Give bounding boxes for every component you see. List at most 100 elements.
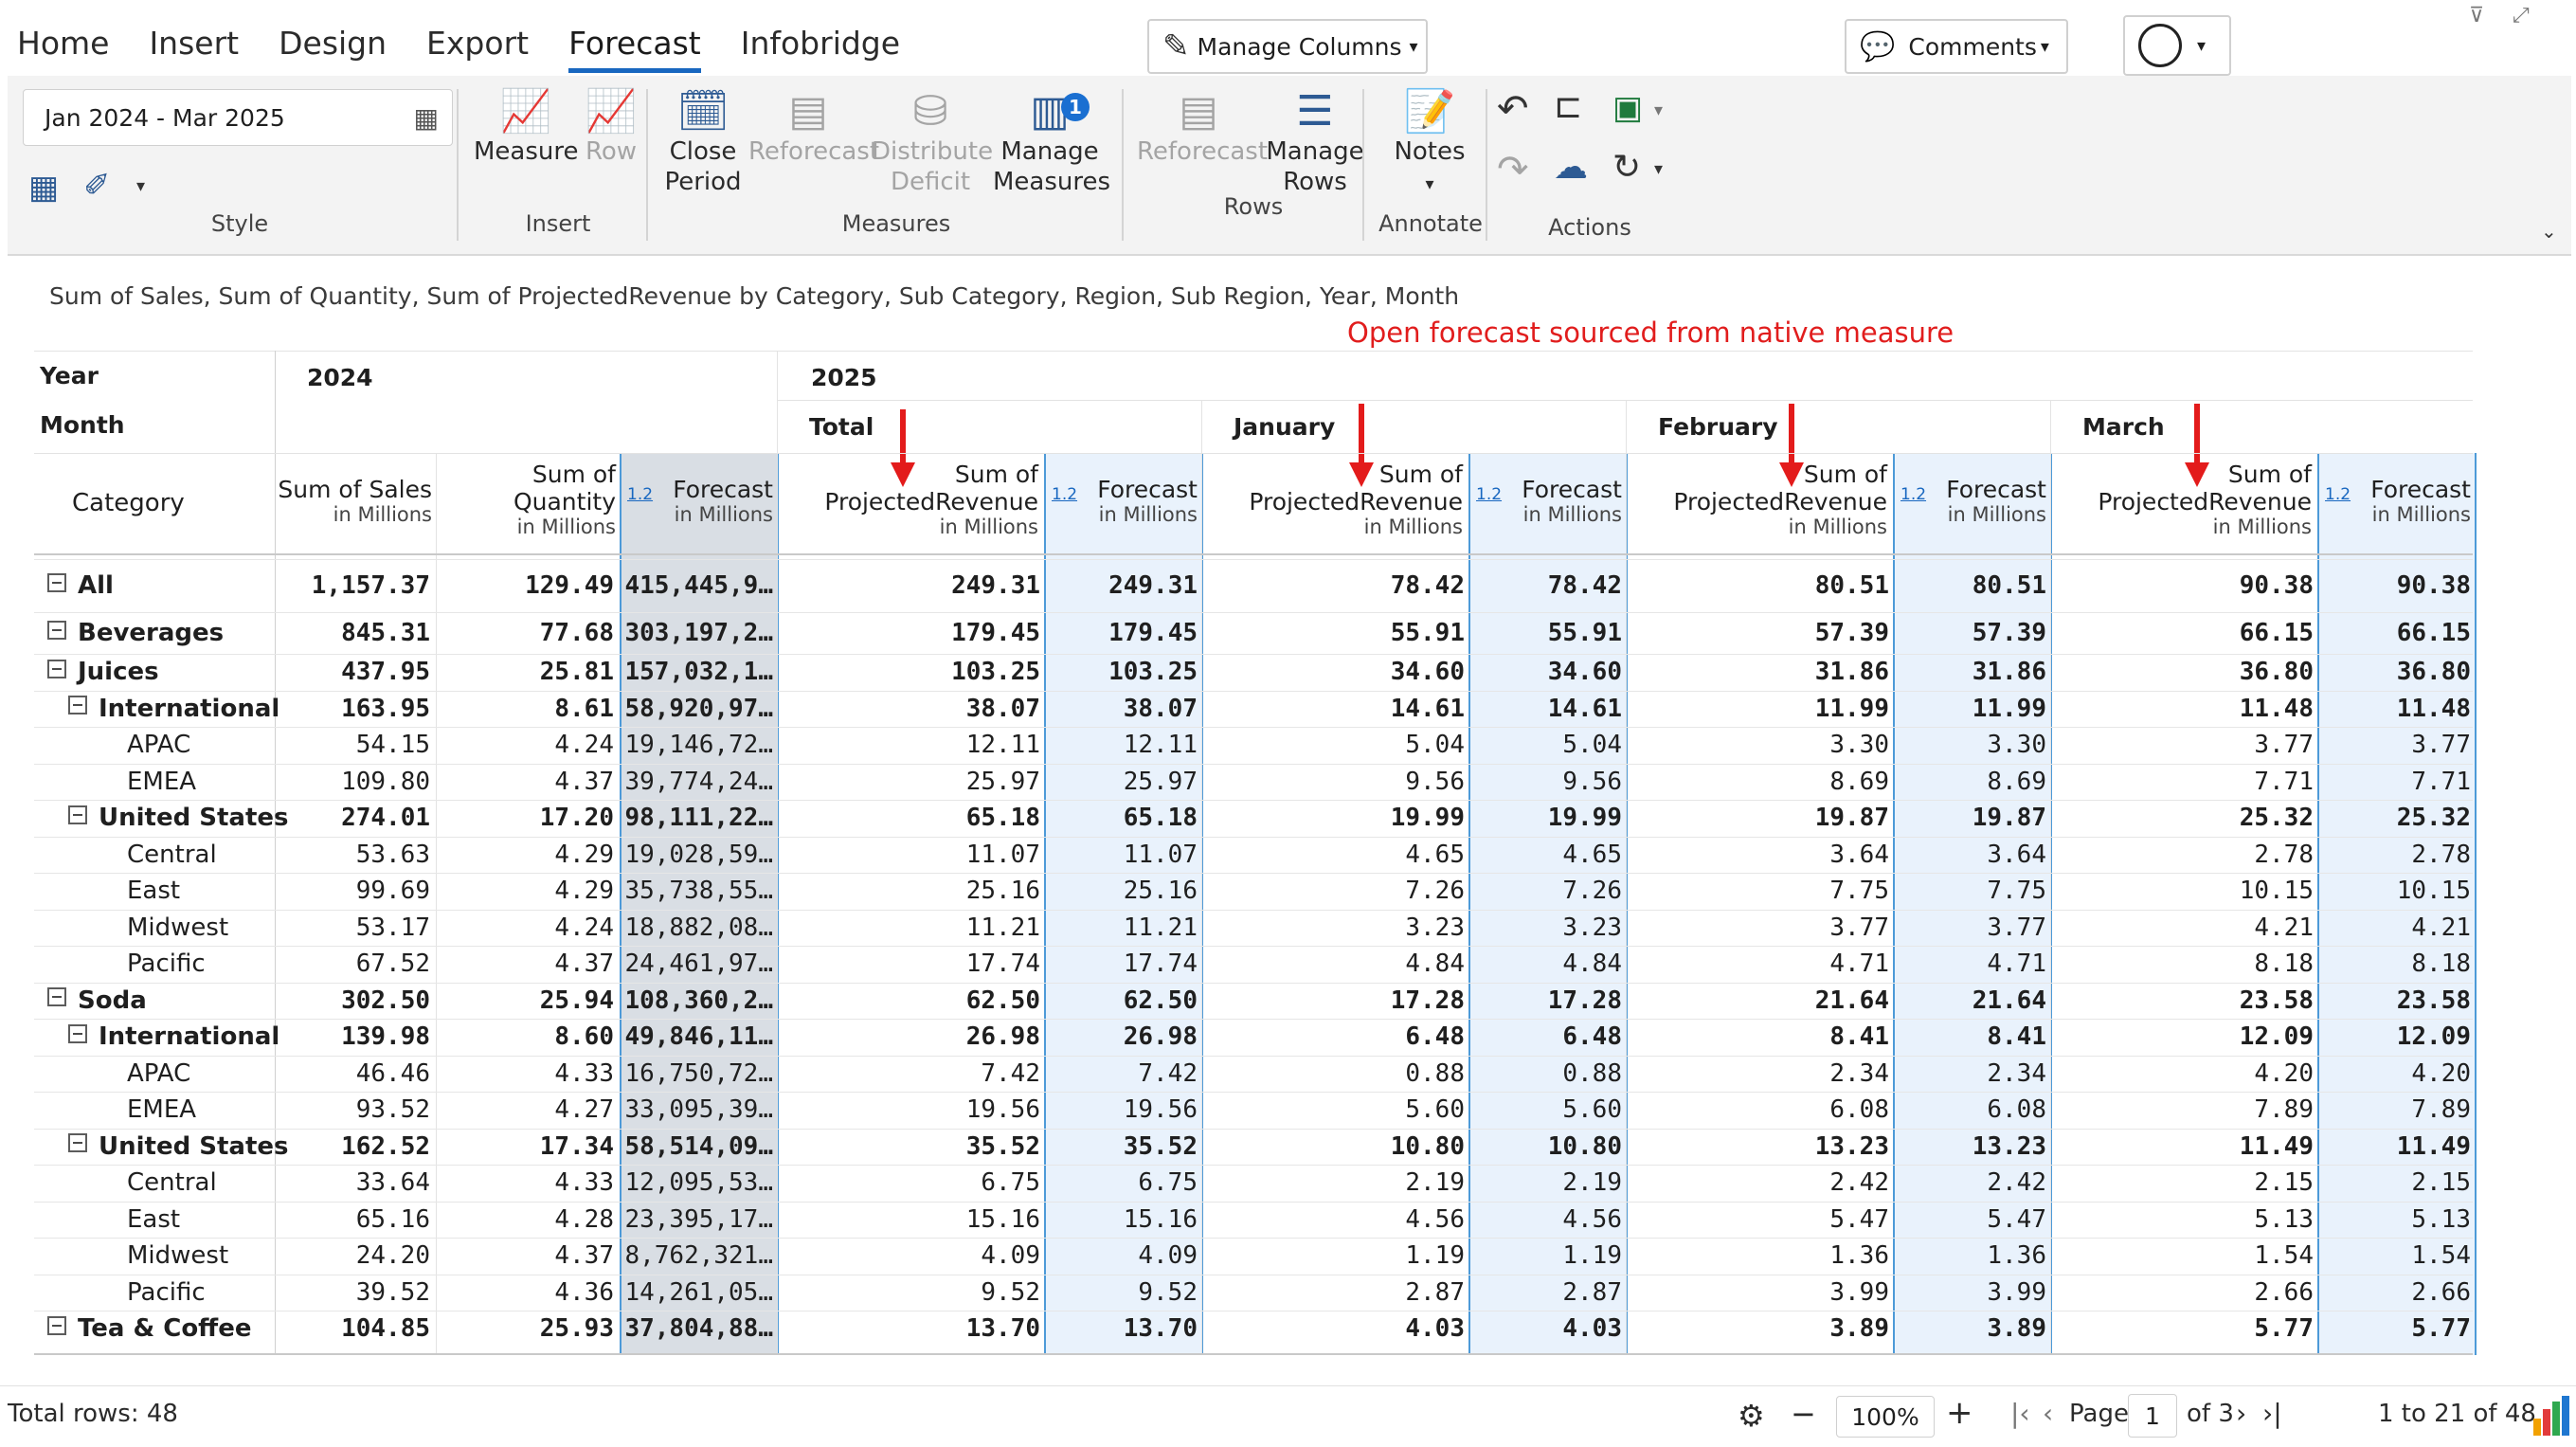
- cell-value[interactable]: 103.25: [889, 658, 1040, 686]
- cell-value[interactable]: 7.26: [1313, 877, 1465, 905]
- cell-value[interactable]: 3.23: [1470, 913, 1622, 942]
- expand-icon[interactable]: ⤢: [2513, 4, 2530, 27]
- cell-value[interactable]: 4.36: [462, 1278, 614, 1307]
- cell-value[interactable]: 46.46: [279, 1059, 430, 1088]
- table-row[interactable]: Soda 302.50 25.94 108,360,2… 62.50 62.50 17.28…: [34, 982, 2473, 1021]
- chevron-down-icon[interactable]: ▾: [136, 176, 145, 196]
- cell-value[interactable]: 437.95: [279, 658, 430, 686]
- cell-value[interactable]: 4.71: [1895, 950, 2046, 978]
- close-period-button[interactable]: 🗓 Close Period: [658, 87, 748, 197]
- cell-value[interactable]: 9.52: [1046, 1278, 1198, 1307]
- cell-value[interactable]: 17.34: [462, 1132, 614, 1161]
- cell-value[interactable]: 4.33: [462, 1168, 614, 1197]
- collapse-toggle-icon[interactable]: [68, 805, 87, 824]
- cell-value[interactable]: 4.09: [1046, 1241, 1198, 1270]
- table-row[interactable]: Central 53.63 4.29 19,028,59… 11.07 11.07 4.65…: [34, 836, 2473, 875]
- row-header[interactable]: Juices: [47, 658, 159, 686]
- cell-value[interactable]: 19.56: [889, 1095, 1040, 1124]
- cell-value[interactable]: 179.45: [1046, 619, 1198, 647]
- cell-value[interactable]: 19.87: [1895, 804, 2046, 832]
- row-header[interactable]: Soda: [47, 986, 147, 1015]
- cell-value[interactable]: 5.13: [2319, 1205, 2471, 1234]
- comments-button[interactable]: 💬 Comments ▾: [1845, 19, 2068, 74]
- cell-value[interactable]: 303,197,2…: [623, 619, 773, 647]
- row-header[interactable]: International: [68, 1022, 279, 1051]
- table-row[interactable]: International 139.98 8.60 49,846,11… 26.98 26…: [34, 1019, 2473, 1057]
- zoom-input[interactable]: 100%: [1836, 1396, 1935, 1438]
- cell-value[interactable]: 15.16: [889, 1205, 1040, 1234]
- sum-of-sales-header[interactable]: Sum of Sales in Millions: [277, 476, 432, 526]
- cell-value[interactable]: 17.20: [462, 804, 614, 832]
- cell-value[interactable]: 13.70: [1046, 1314, 1198, 1343]
- cell-value[interactable]: 103.25: [1046, 658, 1198, 686]
- cell-value[interactable]: 78.42: [1470, 571, 1622, 600]
- cell-value[interactable]: 36.80: [2162, 658, 2314, 686]
- cell-value[interactable]: 3.99: [1895, 1278, 2046, 1307]
- cell-value[interactable]: 7.89: [2162, 1095, 2314, 1124]
- cell-value[interactable]: 8.18: [2162, 950, 2314, 978]
- cell-value[interactable]: 31.86: [1738, 658, 1889, 686]
- cell-value[interactable]: 14.61: [1470, 695, 1622, 723]
- cell-value[interactable]: 6.08: [1738, 1095, 1889, 1124]
- row-button[interactable]: 📈 Row: [582, 87, 640, 167]
- cell-value[interactable]: 3.77: [1738, 913, 1889, 942]
- table-row[interactable]: Pacific 39.52 4.36 14,261,05… 9.52 9.52 2.87 2.…: [34, 1274, 2473, 1312]
- forecast-header[interactable]: 1.2 Forecast in Millions: [1470, 476, 1622, 526]
- row-header[interactable]: United States: [68, 1132, 289, 1161]
- zoom-out-button[interactable]: −: [1791, 1396, 1816, 1432]
- table-row[interactable]: East 99.69 4.29 35,738,55… 25.16 25.16 7.26 7.2…: [34, 873, 2473, 911]
- page-input[interactable]: 1: [2128, 1394, 2177, 1438]
- cell-value[interactable]: 25.81: [462, 658, 614, 686]
- row-header[interactable]: Tea & Coffee: [47, 1314, 252, 1343]
- cell-value[interactable]: 35,738,55…: [623, 877, 773, 905]
- cell-value[interactable]: 5.60: [1313, 1095, 1465, 1124]
- date-range-input[interactable]: Jan 2024 - Mar 2025 ▦: [23, 89, 453, 146]
- cell-value[interactable]: 3.64: [1738, 841, 1889, 869]
- tab-infobridge[interactable]: Infobridge: [741, 21, 900, 78]
- cell-value[interactable]: 302.50: [279, 986, 430, 1015]
- cell-value[interactable]: 65.16: [279, 1205, 430, 1234]
- cell-value[interactable]: 12.11: [889, 731, 1040, 759]
- cell-value[interactable]: 8.60: [462, 1022, 614, 1051]
- cell-value[interactable]: 4.37: [462, 1241, 614, 1270]
- cell-value[interactable]: 5.47: [1895, 1205, 2046, 1234]
- cell-value[interactable]: 99.69: [279, 877, 430, 905]
- next-page-icon[interactable]: ›: [2236, 1398, 2246, 1429]
- last-page-icon[interactable]: ›|: [2262, 1398, 2282, 1429]
- cell-value[interactable]: 5.77: [2319, 1314, 2471, 1343]
- cell-value[interactable]: 98,111,22…: [623, 804, 773, 832]
- cell-value[interactable]: 62.50: [1046, 986, 1198, 1015]
- cell-value[interactable]: 3.77: [2319, 731, 2471, 759]
- cell-value[interactable]: 10.15: [2162, 877, 2314, 905]
- paint-icon[interactable]: ✐: [83, 167, 111, 205]
- cell-value[interactable]: 6.48: [1313, 1022, 1465, 1051]
- cell-value[interactable]: 845.31: [279, 619, 430, 647]
- cell-value[interactable]: 5.04: [1313, 731, 1465, 759]
- cell-value[interactable]: 15.16: [1046, 1205, 1198, 1234]
- cell-value[interactable]: 58,920,97…: [623, 695, 773, 723]
- cell-value[interactable]: 17.28: [1313, 986, 1465, 1015]
- cell-value[interactable]: 4.27: [462, 1095, 614, 1124]
- cell-value[interactable]: 8.18: [2319, 950, 2471, 978]
- cell-value[interactable]: 274.01: [279, 804, 430, 832]
- cell-value[interactable]: 1.54: [2162, 1241, 2314, 1270]
- collapse-toggle-icon[interactable]: [68, 1023, 87, 1043]
- upload-icon[interactable]: ☁: [1554, 148, 1588, 187]
- first-page-icon[interactable]: |‹: [2010, 1398, 2030, 1429]
- prev-page-icon[interactable]: ‹: [2043, 1398, 2053, 1429]
- forecast-header[interactable]: 1.2 Forecast in Millions: [1046, 476, 1198, 526]
- manage-measures-button[interactable]: ▥ Manage Measures 1: [993, 87, 1110, 197]
- cell-value[interactable]: 8.69: [1738, 768, 1889, 796]
- table-row[interactable]: Pacific 67.52 4.37 24,461,97… 17.74 17.74 4.84…: [34, 946, 2473, 984]
- cell-value[interactable]: 4.56: [1313, 1205, 1465, 1234]
- row-header[interactable]: All: [47, 571, 114, 600]
- cell-value[interactable]: 129.49: [462, 571, 614, 600]
- table-row[interactable]: Tea & Coffee 104.85 25.93 37,804,88… 13.70 13…: [34, 1311, 2473, 1348]
- cell-value[interactable]: 157,032,1…: [623, 658, 773, 686]
- cell-value[interactable]: 4.24: [462, 731, 614, 759]
- cell-value[interactable]: 6.08: [1895, 1095, 2046, 1124]
- cell-value[interactable]: 25.32: [2319, 804, 2471, 832]
- cell-value[interactable]: 33,095,39…: [623, 1095, 773, 1124]
- cell-value[interactable]: 25.16: [1046, 877, 1198, 905]
- table-row[interactable]: United States 162.52 17.34 58,514,09… 35.52 3…: [34, 1128, 2473, 1167]
